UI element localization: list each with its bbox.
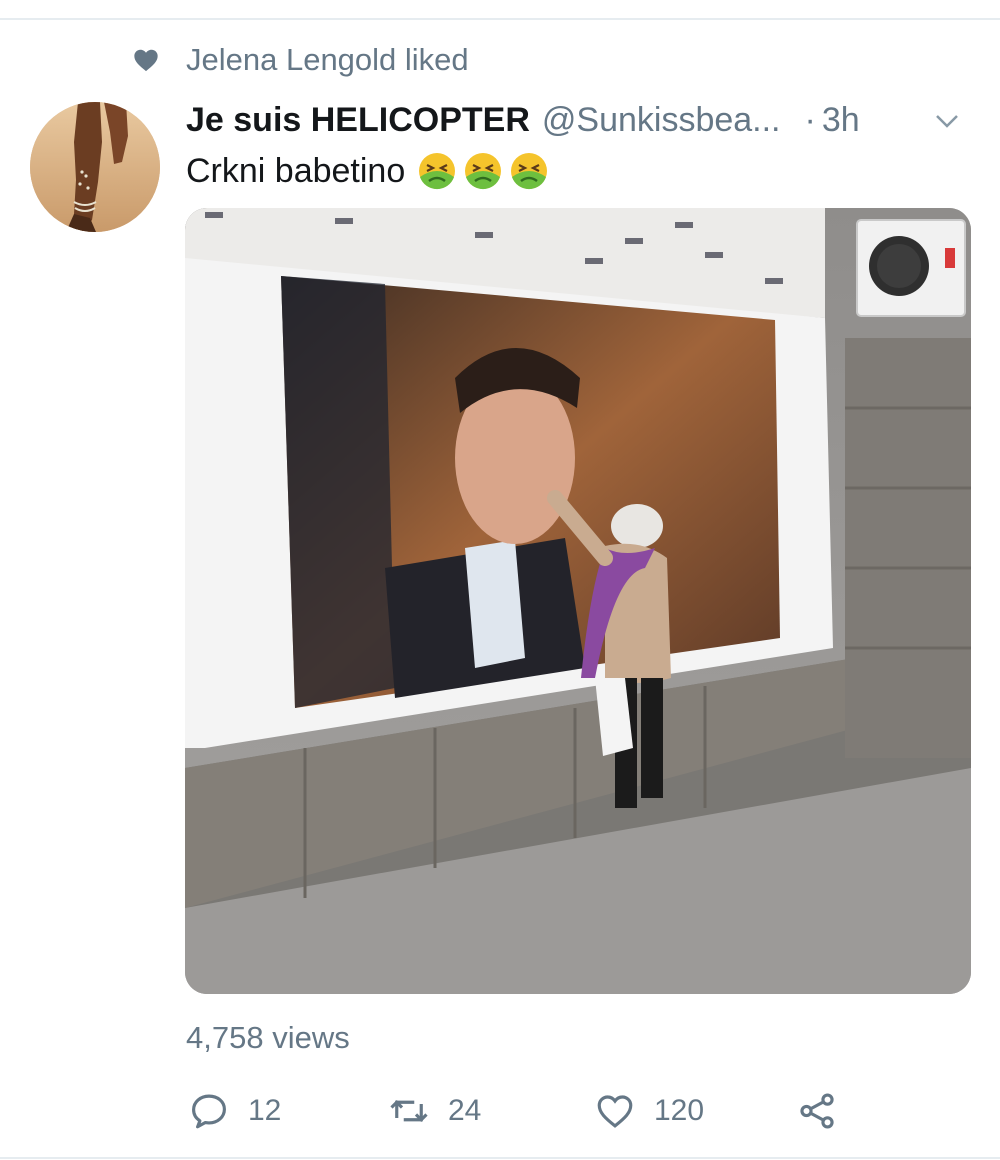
top-divider bbox=[0, 18, 1000, 20]
like-count: 120 bbox=[654, 1094, 705, 1127]
view-count: 4,758 views bbox=[186, 1020, 350, 1055]
chevron-down-icon[interactable] bbox=[932, 106, 962, 136]
reply-button[interactable]: 12 bbox=[188, 1088, 281, 1134]
nauseated-face-emoji bbox=[465, 153, 502, 190]
heart-outline-icon bbox=[597, 1095, 633, 1128]
nauseated-face-emoji bbox=[511, 153, 548, 190]
tweet-text-row: Crkni babetino bbox=[186, 148, 549, 194]
tweet-timestamp[interactable]: 3h bbox=[822, 101, 860, 140]
reply-icon bbox=[192, 1094, 226, 1129]
action-bar: 12 24 120 bbox=[0, 1088, 1000, 1134]
tweet-text: Crkni babetino bbox=[186, 151, 406, 190]
share-icon bbox=[800, 1093, 834, 1129]
heart-icon bbox=[134, 49, 158, 72]
retweet-count: 24 bbox=[448, 1094, 482, 1127]
social-context[interactable]: Jelena Lengold liked bbox=[132, 40, 469, 80]
share-button[interactable] bbox=[796, 1088, 838, 1134]
header-separator: · bbox=[804, 100, 816, 139]
retweet-icon bbox=[390, 1100, 428, 1122]
retweet-button[interactable]: 24 bbox=[388, 1088, 481, 1134]
nauseated-face-emoji bbox=[419, 153, 456, 190]
like-button[interactable]: 120 bbox=[594, 1088, 704, 1134]
author-handle[interactable]: @Sunkissbea... bbox=[542, 101, 781, 140]
bottom-divider bbox=[0, 1157, 1000, 1159]
author-name[interactable]: Je suis HELICOPTER bbox=[186, 101, 530, 140]
tweet-media-photo[interactable] bbox=[185, 208, 971, 994]
emoji-group bbox=[417, 151, 549, 191]
social-context-text: Jelena Lengold liked bbox=[186, 42, 469, 77]
street-photo bbox=[185, 208, 971, 994]
tweet-header: Je suis HELICOPTER @Sunkissbea... · 3h bbox=[186, 98, 976, 142]
avatar[interactable] bbox=[30, 102, 160, 232]
reply-count: 12 bbox=[248, 1094, 282, 1127]
avatar-image bbox=[30, 102, 160, 232]
